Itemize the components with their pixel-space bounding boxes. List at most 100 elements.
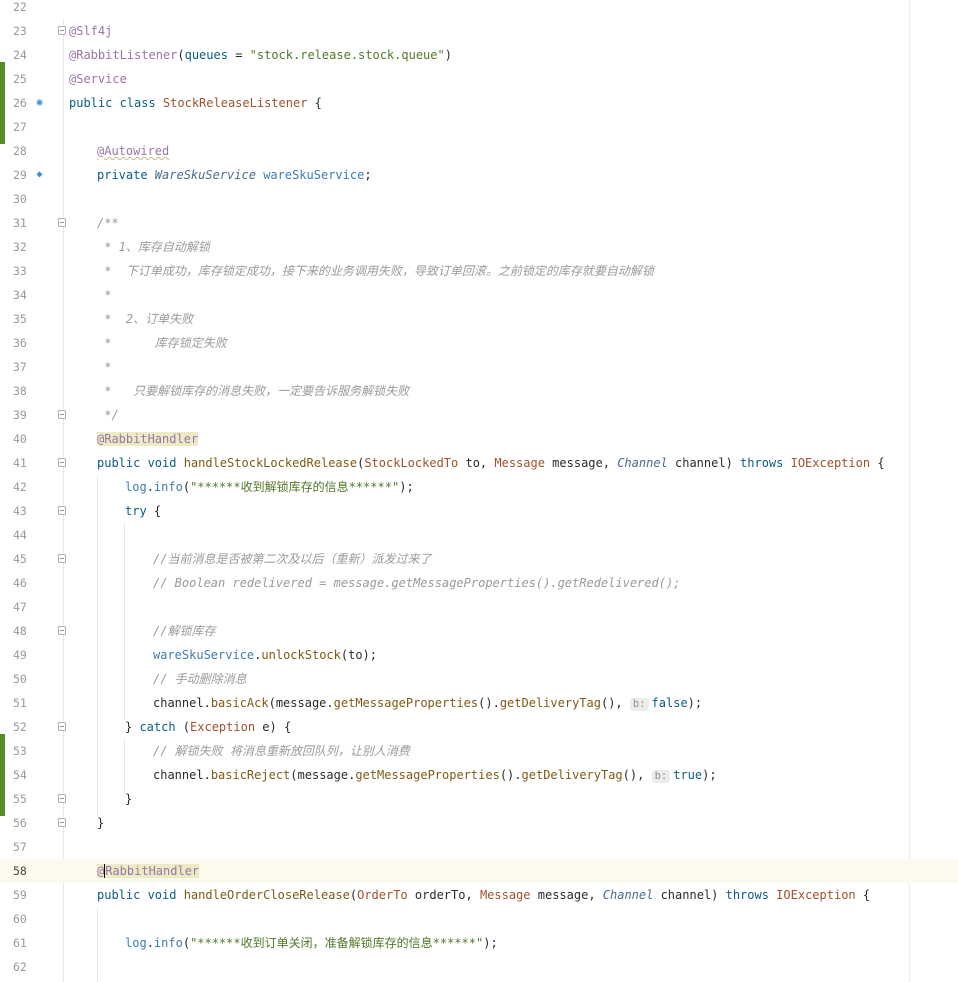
code-line[interactable]: 47 [0, 595, 958, 619]
code-line[interactable]: 48 //解锁库存 [0, 619, 958, 643]
line-number[interactable]: 38 [13, 384, 37, 398]
line-number[interactable]: 36 [13, 336, 37, 350]
code-text[interactable]: channel.basicReject(message.getMessagePr… [153, 768, 717, 783]
code-text[interactable]: */ [97, 408, 118, 422]
code-line[interactable]: 52} catch (Exception e) { [0, 715, 958, 739]
code-line[interactable]: 26 ◉ public class StockReleaseListener { [0, 91, 958, 115]
line-number[interactable]: 24 [13, 48, 37, 62]
code-text[interactable]: * [97, 288, 111, 302]
code-line[interactable]: 33 * 下订单成功，库存锁定成功，接下来的业务调用失败，导致订单回滚。之前锁定… [0, 259, 958, 283]
line-number[interactable]: 45 [13, 552, 37, 566]
line-number[interactable]: 32 [13, 240, 37, 254]
fold-toggle-icon[interactable] [58, 794, 66, 803]
code-text[interactable]: /** [97, 216, 119, 230]
code-line[interactable]: 23 @Slf4j [0, 19, 958, 43]
fold-toggle-icon[interactable] [58, 722, 66, 731]
code-line[interactable]: 37 * [0, 355, 958, 379]
code-line[interactable]: 34 * [0, 283, 958, 307]
code-editor[interactable]: 22 23 @Slf4j 24 @RabbitListener(queues = "st… [0, 0, 958, 982]
fold-toggle-icon[interactable] [58, 506, 66, 515]
code-text[interactable]: wareSkuService.unlockStock(to); [153, 648, 377, 662]
code-text[interactable]: public class StockReleaseListener { [69, 96, 322, 110]
line-number[interactable]: 54 [13, 768, 37, 782]
line-number[interactable]: 42 [13, 480, 37, 494]
code-text[interactable]: // Boolean redelivered = message.getMess… [153, 576, 680, 590]
line-number[interactable]: 34 [13, 288, 37, 302]
fold-toggle-icon[interactable] [58, 218, 66, 227]
code-line[interactable]: 45 //当前消息是否被第二次及以后（重新）派发过来了 [0, 547, 958, 571]
line-number[interactable]: 39 [13, 408, 37, 422]
code-line[interactable]: 46 // Boolean redelivered = message.getMe… [0, 571, 958, 595]
code-text[interactable]: public void handleOrderCloseRelease(Orde… [97, 888, 870, 902]
code-text[interactable]: @RabbitHandler [97, 432, 199, 446]
line-number[interactable]: 56 [13, 816, 37, 830]
line-number[interactable]: 59 [13, 888, 37, 902]
code-line[interactable]: 36 * 库存锁定失败 [0, 331, 958, 355]
line-number[interactable]: 28 [13, 144, 37, 158]
line-number[interactable]: 57 [13, 840, 37, 854]
line-number[interactable]: 50 [13, 672, 37, 686]
fold-toggle-icon[interactable] [58, 554, 66, 563]
code-text[interactable]: @Autowired [97, 144, 169, 158]
code-line[interactable]: 42 log.info("******收到解锁库存的信息******"); [0, 475, 958, 499]
line-number[interactable]: 44 [13, 528, 37, 542]
line-number[interactable]: 22 [13, 0, 37, 14]
fold-toggle-icon[interactable] [58, 818, 66, 827]
code-line[interactable]: 31 /** [0, 211, 958, 235]
line-number[interactable]: 40 [13, 432, 37, 446]
code-line[interactable]: 30 [0, 187, 958, 211]
code-line[interactable]: 56} [0, 811, 958, 835]
code-line[interactable]: 29 ◆ private WareSkuService wareSkuService… [0, 163, 958, 187]
code-text[interactable]: private WareSkuService wareSkuService; [97, 168, 372, 182]
code-text[interactable]: * 库存锁定失败 [97, 336, 227, 350]
bean-gutter-icon[interactable]: ◉ [34, 97, 45, 108]
code-line[interactable]: 28 @Autowired [0, 139, 958, 163]
fold-toggle-icon[interactable] [58, 458, 66, 467]
code-text[interactable]: * 2、订单失败 [97, 312, 193, 326]
code-text[interactable]: * 只要解锁库存的消息失败，一定要告诉服务解锁失败 [97, 384, 409, 398]
line-number[interactable]: 52 [13, 720, 37, 734]
line-number[interactable]: 30 [13, 192, 37, 206]
code-text[interactable]: // 手动删除消息 [153, 672, 247, 686]
code-line[interactable]: 53 // 解锁失败 将消息重新放回队列，让别人消费 [0, 739, 958, 763]
code-text[interactable]: channel.basicAck(message.getMessagePrope… [153, 696, 702, 711]
line-number[interactable]: 35 [13, 312, 37, 326]
code-text[interactable]: } [97, 816, 104, 830]
code-text[interactable]: try { [125, 504, 161, 518]
code-text[interactable]: * 1、库存自动解锁 [97, 240, 210, 254]
fold-toggle-icon[interactable] [58, 26, 66, 35]
code-line[interactable]: 38 * 只要解锁库存的消息失败，一定要告诉服务解锁失败 [0, 379, 958, 403]
line-number[interactable]: 25 [13, 72, 37, 86]
code-text[interactable]: log.info("******收到解锁库存的信息******"); [125, 480, 414, 494]
line-number[interactable]: 53 [13, 744, 37, 758]
line-number[interactable]: 23 [13, 24, 37, 38]
line-number[interactable]: 46 [13, 576, 37, 590]
code-line[interactable]: 32 * 1、库存自动解锁 [0, 235, 958, 259]
line-number[interactable]: 37 [13, 360, 37, 374]
code-line[interactable]: 44 [0, 523, 958, 547]
code-text[interactable]: // 解锁失败 将消息重新放回队列，让别人消费 [153, 744, 410, 758]
code-line[interactable]: 27 [0, 115, 958, 139]
autowired-gutter-icon[interactable]: ◆ [34, 169, 45, 180]
line-number[interactable]: 41 [13, 456, 37, 470]
code-line[interactable]: 61 log.info("******收到订单关闭，准备解锁库存的信息******… [0, 931, 958, 955]
fold-toggle-icon[interactable] [58, 410, 66, 419]
code-text[interactable]: public void handleStockLockedRelease(Sto… [97, 456, 885, 470]
code-line[interactable]: 22 [0, 0, 958, 19]
code-text[interactable]: log.info("******收到订单关闭，准备解锁库存的信息******")… [125, 936, 498, 950]
code-text[interactable]: @RabbitListener(queues = "stock.release.… [69, 48, 452, 62]
code-line[interactable]: 59 public void handleOrderCloseRelease(Or… [0, 883, 958, 907]
code-line[interactable]: 41 public void handleStockLockedRelease(S… [0, 451, 958, 475]
line-number[interactable]: 27 [13, 120, 37, 134]
code-text[interactable]: //当前消息是否被第二次及以后（重新）派发过来了 [153, 552, 431, 566]
code-line[interactable]: 58 @RabbitHandler [0, 859, 958, 883]
code-text[interactable]: * [97, 360, 111, 374]
line-number[interactable]: 43 [13, 504, 37, 518]
code-line[interactable]: 40 @RabbitHandler [0, 427, 958, 451]
line-number[interactable]: 33 [13, 264, 37, 278]
code-text[interactable]: @RabbitHandler [97, 864, 200, 878]
code-line[interactable]: 60 [0, 907, 958, 931]
line-number[interactable]: 60 [13, 912, 37, 926]
line-number[interactable]: 49 [13, 648, 37, 662]
code-text[interactable]: @Slf4j [69, 24, 112, 38]
